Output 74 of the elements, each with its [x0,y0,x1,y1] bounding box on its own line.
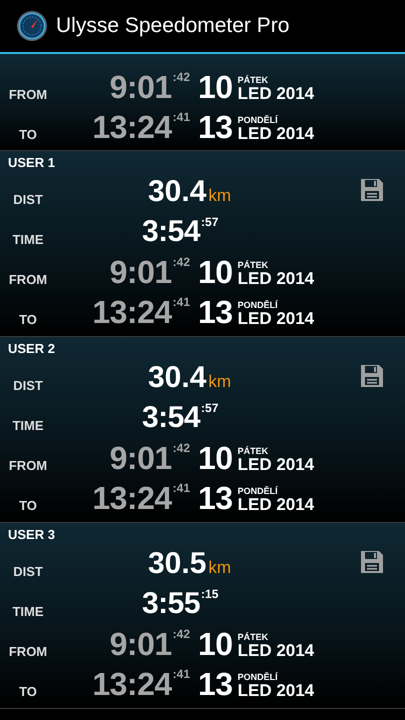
month-year: LED 2014 [238,682,314,699]
weekday: PÁTEK [238,75,270,85]
clock-time: 13:24 [92,110,172,144]
row-label: TIME [11,232,45,249]
clock-time: 9:01 [110,255,172,289]
row-label: FROM [8,87,48,104]
day-number: 13 [198,481,233,515]
day-number: 10 [198,255,233,289]
clock-seconds: :42 [172,441,190,455]
day-number: 10 [198,441,233,475]
duration-seconds: :57 [201,215,218,229]
month-year: LED 2014 [238,85,314,102]
row-label: TO [18,312,38,329]
weekday: PONDĚLÍ [238,300,279,310]
distance-unit: km [208,186,232,206]
clock-time: 13:24 [92,481,172,515]
day-number: 13 [198,295,233,329]
clock-seconds: :42 [172,70,190,84]
clock-time: 9:01 [110,627,172,661]
section-title: USER 2 [8,340,55,356]
day-number: 10 [198,70,233,104]
row-label: TO [18,127,38,144]
duration-value: 3:55 [142,587,200,621]
row-label: TO [18,684,38,701]
day-number: 10 [198,627,233,661]
month-year: LED 2014 [238,270,314,287]
clock-seconds: :41 [172,667,190,681]
row-label: TIME [11,604,45,621]
row-label: DIST [12,192,44,209]
row-label: FROM [8,272,48,289]
section-title: USER 3 [8,526,55,542]
clock-time: 13:24 [92,295,172,329]
save-icon[interactable] [359,549,385,575]
weekday: PÁTEK [238,446,270,456]
save-icon[interactable] [359,363,385,389]
distance-unit: km [208,558,232,578]
weekday: PONDĚLÍ [238,115,279,125]
row-label: DIST [12,564,44,581]
day-number: 13 [198,667,233,701]
clock-seconds: :41 [172,295,190,309]
clock-seconds: :42 [172,255,190,269]
distance-value: 30.4 [148,361,206,395]
section-title: USER 1 [8,154,55,170]
row-label: TIME [11,418,45,435]
speedometer-icon [16,10,48,42]
distance-unit: km [208,372,232,392]
distance-value: 30.4 [148,175,206,209]
month-year: LED 2014 [238,496,314,513]
row-label: FROM [8,458,48,475]
duration-value: 3:54 [142,401,200,435]
weekday: PONDĚLÍ [238,486,279,496]
weekday: PÁTEK [238,632,270,642]
clock-seconds: :42 [172,627,190,641]
distance-value: 30.5 [148,547,206,581]
duration-value: 3:54 [142,215,200,249]
clock-time: 9:01 [110,441,172,475]
duration-seconds: :15 [201,587,218,601]
app-title: Ulysse Speedometer Pro [56,14,290,38]
month-year: LED 2014 [238,125,314,142]
clock-seconds: :41 [172,110,190,124]
month-year: LED 2014 [238,642,314,659]
row-label: FROM [8,644,48,661]
save-icon[interactable] [359,177,385,203]
clock-time: 9:01 [110,70,172,104]
row-label: DIST [12,378,44,395]
weekday: PONDĚLÍ [238,672,279,682]
duration-seconds: :57 [201,401,218,415]
clock-time: 13:24 [92,667,172,701]
month-year: LED 2014 [238,456,314,473]
clock-seconds: :41 [172,481,190,495]
weekday: PÁTEK [238,260,270,270]
row-label: TO [18,498,38,515]
day-number: 13 [198,110,233,144]
month-year: LED 2014 [238,310,314,327]
